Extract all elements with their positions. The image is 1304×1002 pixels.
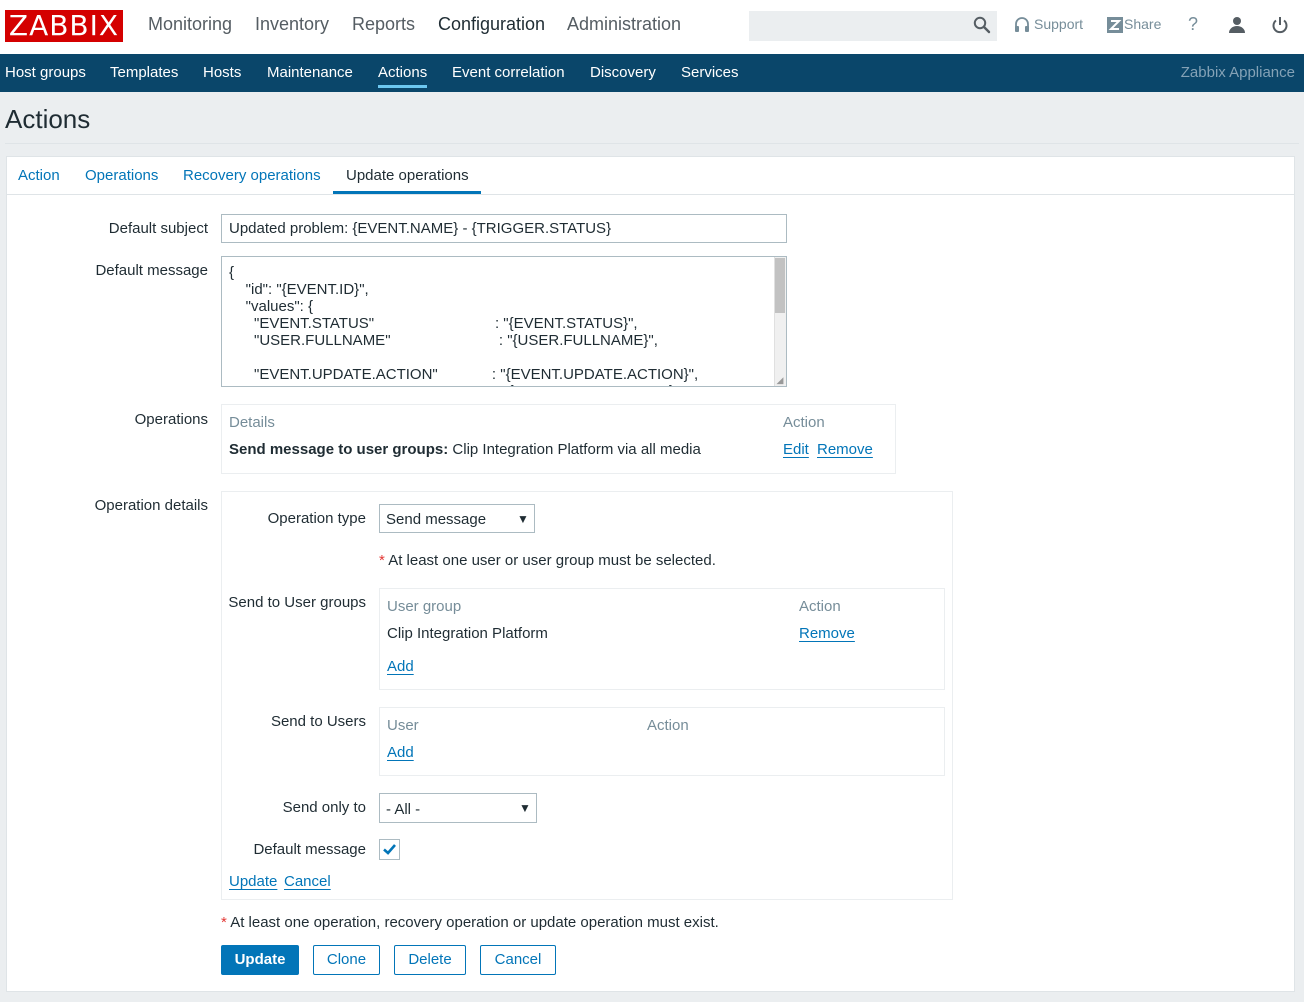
user-groups-header-action: Action xyxy=(799,598,841,615)
clone-button[interactable]: Clone xyxy=(313,945,380,975)
chevron-down-icon: ▼ xyxy=(519,801,531,815)
support-link[interactable]: Support xyxy=(1034,16,1083,32)
share-link[interactable]: Share xyxy=(1124,16,1161,32)
resize-handle-icon[interactable]: ◢ xyxy=(775,375,785,385)
default-message-textarea[interactable]: { "id": "{EVENT.ID}", "values": { "EVENT… xyxy=(221,256,787,387)
subnav-discovery[interactable]: Discovery xyxy=(590,64,656,81)
subnav-actions[interactable]: Actions xyxy=(378,64,428,88)
operation-row-detail: Send message to user groups: Clip Integr… xyxy=(229,441,701,458)
delete-button[interactable]: Delete xyxy=(394,945,466,975)
operations-label: Operations xyxy=(134,411,208,428)
user-icon[interactable] xyxy=(1228,16,1246,34)
operation-details-label: Operation details xyxy=(94,497,208,514)
top-bar: ZABBIX Monitoring Inventory Reports Conf… xyxy=(0,0,1304,54)
subnav-templates[interactable]: Templates xyxy=(110,64,178,81)
search-input[interactable] xyxy=(749,11,997,41)
user-groups-header-group: User group xyxy=(387,598,462,615)
users-header-user: User xyxy=(387,717,419,734)
sub-navigation: Host groups Templates Hosts Maintenance … xyxy=(0,54,1304,92)
subnav-maintenance[interactable]: Maintenance xyxy=(267,64,353,81)
operation-detail-bold: Send message to user groups: xyxy=(229,441,449,458)
send-to-user-groups-label: Send to User groups xyxy=(228,594,366,611)
required-operation-note: * At least one operation, recovery opera… xyxy=(221,914,719,931)
operation-detail-text: Clip Integration Platform via all media xyxy=(448,441,701,458)
cancel-button[interactable]: Cancel xyxy=(480,945,556,975)
operation-edit-link[interactable]: Edit xyxy=(783,441,809,458)
nav-inventory[interactable]: Inventory xyxy=(255,14,329,35)
tabs-divider xyxy=(6,194,1295,195)
required-user-note-text: At least one user or user group must be … xyxy=(388,552,716,569)
user-add-link[interactable]: Add xyxy=(387,744,414,761)
title-divider xyxy=(5,143,1299,144)
power-icon[interactable] xyxy=(1271,16,1289,34)
send-only-to-label: Send only to xyxy=(282,799,366,816)
chevron-down-icon: ▼ xyxy=(517,512,529,526)
appliance-label: Zabbix Appliance xyxy=(1180,64,1295,81)
default-subject-input[interactable]: Updated problem: {EVENT.NAME} - {TRIGGER… xyxy=(221,214,787,243)
default-message-checkbox[interactable] xyxy=(379,839,400,860)
nav-configuration[interactable]: Configuration xyxy=(438,14,545,35)
operations-header-action: Action xyxy=(783,414,825,431)
default-message-text: { "id": "{EVENT.ID}", "values": { "EVENT… xyxy=(229,264,699,386)
search-icon[interactable] xyxy=(973,16,991,34)
required-star: * xyxy=(221,914,227,931)
headset-icon[interactable] xyxy=(1014,16,1030,34)
message-scroll-thumb[interactable] xyxy=(775,258,785,313)
help-icon[interactable]: ? xyxy=(1188,14,1198,35)
operation-detail-cancel-link[interactable]: Cancel xyxy=(284,873,331,890)
subnav-hosts[interactable]: Hosts xyxy=(203,64,241,81)
required-operation-note-text: At least one operation, recovery operati… xyxy=(230,914,719,931)
update-button[interactable]: Update xyxy=(221,945,299,975)
operation-type-select[interactable]: Send message xyxy=(379,504,535,533)
user-group-add-link[interactable]: Add xyxy=(387,658,414,675)
zabbix-logo[interactable]: ZABBIX xyxy=(5,10,123,42)
tab-update-operations[interactable]: Update operations xyxy=(346,167,469,184)
send-only-to-select[interactable]: - All - xyxy=(379,793,537,823)
nav-reports[interactable]: Reports xyxy=(352,14,415,35)
checkmark-icon xyxy=(383,844,396,855)
message-scrollbar[interactable] xyxy=(774,257,786,386)
default-message-label: Default message xyxy=(95,262,208,279)
send-to-users-label: Send to Users xyxy=(270,713,366,730)
operations-header-details: Details xyxy=(229,414,275,431)
tab-operations[interactable]: Operations xyxy=(85,167,158,184)
nav-administration[interactable]: Administration xyxy=(567,14,681,35)
user-group-name: Clip Integration Platform xyxy=(387,625,548,642)
subnav-services[interactable]: Services xyxy=(681,64,739,81)
required-user-note: * At least one user or user group must b… xyxy=(379,552,716,569)
tab-recovery-operations[interactable]: Recovery operations xyxy=(183,167,321,184)
nav-monitoring[interactable]: Monitoring xyxy=(148,14,232,35)
operation-remove-link[interactable]: Remove xyxy=(817,441,873,458)
user-group-remove-link[interactable]: Remove xyxy=(799,625,855,642)
share-z-icon[interactable] xyxy=(1107,17,1123,33)
tab-action[interactable]: Action xyxy=(18,167,60,184)
subnav-host-groups[interactable]: Host groups xyxy=(5,64,86,81)
default-subject-label: Default subject xyxy=(108,220,208,237)
subnav-event-correlation[interactable]: Event correlation xyxy=(452,64,565,81)
operation-detail-update-link[interactable]: Update xyxy=(229,873,277,890)
page-title: Actions xyxy=(5,104,91,134)
default-message-check-label: Default message xyxy=(253,841,366,858)
required-star: * xyxy=(379,552,385,569)
operation-type-label: Operation type xyxy=(267,510,366,527)
users-header-action: Action xyxy=(647,717,689,734)
